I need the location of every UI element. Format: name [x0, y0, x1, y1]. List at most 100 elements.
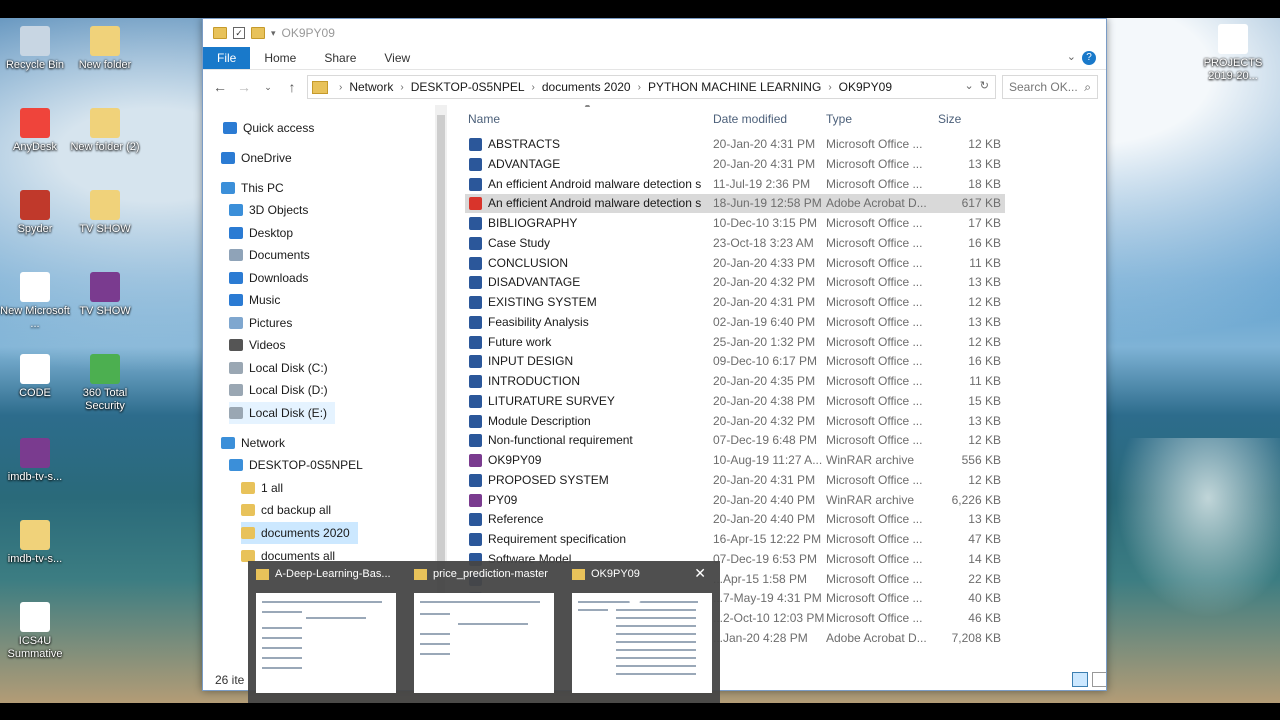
sidebar-item[interactable]: DESKTOP-0S5NPEL — [229, 454, 371, 476]
tab-share[interactable]: Share — [310, 47, 370, 69]
preview-window-3[interactable]: OK9PY09 ✕ — [564, 561, 714, 703]
sidebar-item[interactable]: Desktop — [229, 222, 301, 244]
back-arrow-icon[interactable]: ← — [211, 79, 229, 95]
sidebar-item[interactable]: Network — [221, 432, 293, 454]
column-header-size[interactable]: Size — [938, 107, 961, 131]
desktop-icon[interactable]: Recycle Bin — [0, 26, 74, 72]
preview-window-2[interactable]: price_prediction-master — [406, 561, 556, 703]
preview-title: price_prediction-master — [433, 568, 548, 580]
file-row[interactable]: EXISTING SYSTEM 20-Jan-20 4:31 PM Microsof… — [465, 293, 1005, 312]
sidebar-item[interactable]: documents 2020 — [241, 522, 358, 544]
file-name: LITURATURE SURVEY — [488, 393, 615, 408]
desktop-icon[interactable]: TV SHOW — [66, 190, 144, 236]
preview-window-1[interactable]: A-Deep-Learning-Bas... — [248, 561, 398, 703]
column-header-type[interactable]: Type — [826, 107, 852, 131]
file-row[interactable]: PROPOSED SYSTEM 20-Jan-20 4:31 PM Microsof… — [465, 471, 1005, 490]
file-row[interactable]: An efficient Android malware detection s… — [465, 175, 1005, 194]
file-type: Microsoft Office ... — [826, 551, 923, 566]
sidebar-item[interactable]: Local Disk (C:) — [229, 357, 336, 379]
sidebar-item[interactable]: OneDrive — [221, 147, 300, 169]
file-date: 09-Dec-10 6:17 PM — [713, 354, 818, 369]
details-view-icon[interactable] — [1072, 672, 1088, 687]
sidebar-item-label: Local Disk (E:) — [249, 406, 328, 420]
tab-file[interactable]: File — [203, 47, 251, 69]
breadcrumb-current[interactable]: OK9PY09 — [835, 80, 896, 94]
file-row[interactable]: Future work 25-Jan-20 1:32 PM Microsoft Of… — [465, 333, 1005, 352]
sidebar-item[interactable]: This PC — [221, 177, 292, 199]
tab-view[interactable]: View — [370, 47, 424, 69]
desktop-icon[interactable]: New folder (2) — [66, 108, 144, 154]
desktop-icon[interactable]: New Microsoft ... — [0, 272, 74, 331]
desktop-icon[interactable]: TV SHOW — [66, 272, 144, 318]
file-row[interactable]: ABSTRACTS 20-Jan-20 4:31 PM Microsoft Offi… — [465, 135, 1005, 154]
file-row[interactable]: CONCLUSION 20-Jan-20 4:33 PM Microsoft Off… — [465, 254, 1005, 273]
file-type: Microsoft Office ... — [826, 611, 923, 625]
file-row[interactable]: LITURATURE SURVEY 20-Jan-20 4:38 PM Micros… — [465, 392, 1005, 411]
folder-icon — [256, 568, 269, 580]
taskbar-thumbnail-previews: A-Deep-Learning-Bas... price_prediction-… — [248, 561, 720, 703]
tab-home[interactable]: Home — [250, 47, 310, 69]
desktop-icon[interactable]: Spyder — [0, 190, 74, 236]
sidebar-item[interactable]: cd backup all — [241, 499, 339, 521]
sidebar-item[interactable]: Pictures — [229, 312, 300, 334]
column-header-date[interactable]: Date modified — [713, 107, 787, 131]
file-date: 20-Jan-20 4:31 PM — [713, 156, 816, 171]
file-row[interactable]: Feasibility Analysis 02-Jan-19 6:40 PM Mic… — [465, 313, 1005, 332]
search-input[interactable]: Search OK... ⌕ — [1002, 75, 1098, 99]
file-name: Case Study — [488, 235, 551, 250]
forward-arrow-icon[interactable]: → — [235, 79, 253, 95]
column-header-name[interactable]: Name — [468, 107, 500, 131]
sidebar-item[interactable]: 3D Objects — [229, 199, 316, 221]
pdf-icon — [20, 602, 50, 632]
breadcrumb-python-ml[interactable]: PYTHON MACHINE LEARNING — [644, 80, 825, 94]
breadcrumb-network[interactable]: Network — [345, 80, 397, 94]
file-row[interactable]: Case Study 23-Oct-18 3:23 AM Microsoft Off… — [465, 234, 1005, 253]
file-row[interactable]: Module Description 20-Jan-20 4:32 PM Micro… — [465, 412, 1005, 431]
sidebar-item[interactable]: Local Disk (E:) — [229, 402, 336, 424]
file-row[interactable]: ADVANTAGE 20-Jan-20 4:31 PM Microsoft Offi… — [465, 155, 1005, 174]
help-icon[interactable]: ? — [1082, 51, 1096, 65]
desktop-icon[interactable]: New folder — [66, 26, 144, 72]
sidebar-item[interactable]: Local Disk (D:) — [229, 379, 336, 401]
winrar-icon — [20, 438, 50, 468]
sidebar-item[interactable]: Downloads — [229, 267, 316, 289]
sidebar-item[interactable]: 1 all — [241, 477, 291, 499]
file-row[interactable]: OK9PY09 10-Aug-19 11:27 A... WinRAR archiv… — [465, 451, 1005, 470]
desktop-icon[interactable]: imdb-tv-s... — [0, 520, 74, 566]
recent-locations-icon[interactable]: ⌄ — [259, 82, 277, 93]
sidebar-item[interactable]: Videos — [229, 334, 293, 356]
desktop-icon[interactable]: ICS4U Summative — [0, 602, 74, 661]
address-bar[interactable]: › Network › DESKTOP-0S5NPEL › documents … — [307, 75, 996, 99]
file-row[interactable]: INPUT DESIGN 09-Dec-10 6:17 PM Microsoft O… — [465, 352, 1005, 371]
desktop-icon[interactable]: PROJECTS 2019-20... — [1194, 24, 1272, 83]
customize-toolbar-icon[interactable]: ▾ — [271, 28, 276, 39]
file-row[interactable]: PY09 20-Jan-20 4:40 PM WinRAR archive 6,226… — [465, 491, 1005, 510]
file-row[interactable]: INTRODUCTION 20-Jan-20 4:35 PM Microsoft O… — [465, 372, 1005, 391]
desktop-icon[interactable]: AnyDesk — [0, 108, 74, 154]
pdf-icon — [1218, 24, 1248, 54]
file-row[interactable]: Requirement specification 16-Apr-15 12:22… — [465, 530, 1005, 549]
breadcrumb-computer[interactable]: DESKTOP-0S5NPEL — [407, 80, 529, 94]
file-row[interactable]: BIBLIOGRAPHY 10-Dec-10 3:15 PM Microsoft O… — [465, 214, 1005, 233]
desktop-icon[interactable]: CODE — [0, 354, 74, 400]
large-icons-view-icon[interactable] — [1092, 672, 1106, 687]
properties-icon[interactable]: ✓ — [233, 27, 245, 39]
sidebar-item[interactable]: Music — [229, 289, 288, 311]
desktop-icon[interactable]: 360 Total Security — [66, 354, 144, 413]
chevron-down-icon[interactable]: ⌄ — [1067, 50, 1076, 63]
file-row[interactable]: An efficient Android malware detection s… — [465, 194, 1005, 214]
new-folder-icon[interactable] — [251, 27, 265, 39]
file-row[interactable]: DISADVANTAGE 20-Jan-20 4:32 PM Microsoft O… — [465, 273, 1005, 292]
file-name: Requirement specification — [488, 532, 627, 546]
sidebar-item[interactable]: Documents — [229, 244, 318, 266]
file-row[interactable]: Non-functional requirement 07-Dec-19 6:48… — [465, 431, 1005, 450]
sidebar-item[interactable]: Quick access — [223, 117, 322, 139]
close-icon[interactable]: ✕ — [694, 565, 706, 582]
file-name: PY09 — [488, 492, 518, 507]
scrollbar-thumb[interactable] — [437, 115, 445, 615]
refresh-icon[interactable]: ⌄ ↻ — [964, 79, 989, 92]
desktop-icon[interactable]: imdb-tv-s... — [0, 438, 74, 484]
breadcrumb-documents[interactable]: documents 2020 — [538, 80, 635, 94]
up-arrow-icon[interactable]: ↑ — [283, 79, 301, 95]
file-row[interactable]: Reference 20-Jan-20 4:40 PM Microsoft Offi… — [465, 510, 1005, 529]
